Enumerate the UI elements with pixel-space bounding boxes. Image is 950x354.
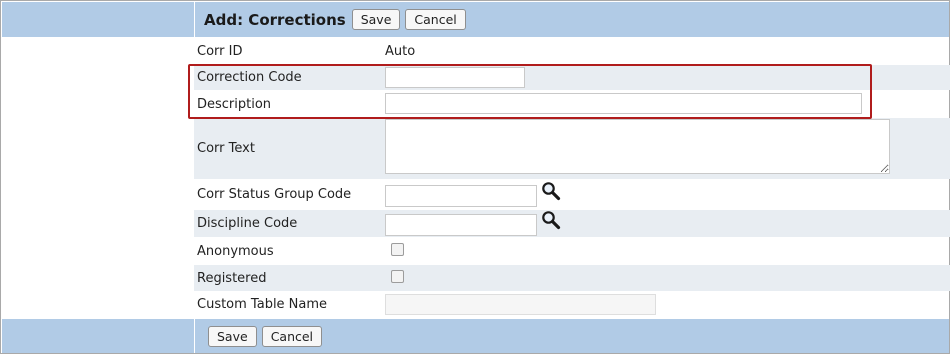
page-title: Add: Corrections	[204, 10, 346, 29]
corr-status-group-code-row: Corr Status Group Code	[194, 180, 950, 209]
magnifier-icon[interactable]	[541, 181, 561, 201]
anonymous-label: Anonymous	[197, 243, 274, 259]
corr-id-label: Corr ID	[197, 44, 243, 59]
corr-text-label: Corr Text	[197, 141, 255, 156]
anonymous-row: Anonymous	[194, 238, 950, 264]
footer-cancel-button[interactable]: Cancel	[261, 325, 323, 347]
registered-checkbox[interactable]	[391, 270, 404, 283]
description-input[interactable]	[385, 93, 862, 114]
corr-id-value: Auto	[385, 44, 416, 59]
cancel-button[interactable]: Cancel	[405, 9, 466, 30]
corr-status-group-code-input[interactable]	[385, 185, 537, 207]
registered-label: Registered	[197, 270, 267, 286]
discipline-code-label: Discipline Code	[197, 216, 298, 231]
header-toolbar: Add: Corrections Save Cancel	[194, 2, 471, 37]
custom-table-name-row: Custom Table Name	[194, 292, 950, 317]
discipline-code-input[interactable]	[385, 214, 537, 236]
corr-id-row: Corr ID Auto	[194, 39, 950, 64]
footer-save-button[interactable]: Save	[208, 325, 257, 347]
form-window: Add: Corrections Save Cancel Corr ID Aut…	[0, 0, 950, 354]
corr-text-row: Corr Text	[194, 118, 950, 179]
registered-row: Registered	[194, 265, 950, 291]
header-bar: Add: Corrections Save Cancel	[2, 2, 949, 37]
corr-status-group-code-label: Corr Status Group Code	[197, 187, 352, 202]
corr-text-textarea[interactable]	[385, 119, 890, 174]
anonymous-checkbox[interactable]	[391, 243, 404, 256]
footer-bar: Save Cancel	[2, 319, 949, 353]
description-row: Description	[194, 91, 950, 117]
correction-code-label: Correction Code	[197, 70, 302, 85]
correction-code-input[interactable]	[385, 67, 525, 88]
description-label: Description	[197, 96, 272, 112]
discipline-code-row: Discipline Code	[194, 210, 950, 237]
custom-table-name-input	[385, 294, 656, 315]
custom-table-name-label: Custom Table Name	[197, 297, 328, 312]
footer-toolbar: Save Cancel	[194, 319, 327, 353]
correction-code-row: Correction Code	[194, 65, 950, 90]
save-button[interactable]: Save	[351, 9, 401, 30]
magnifier-icon[interactable]	[541, 210, 561, 230]
